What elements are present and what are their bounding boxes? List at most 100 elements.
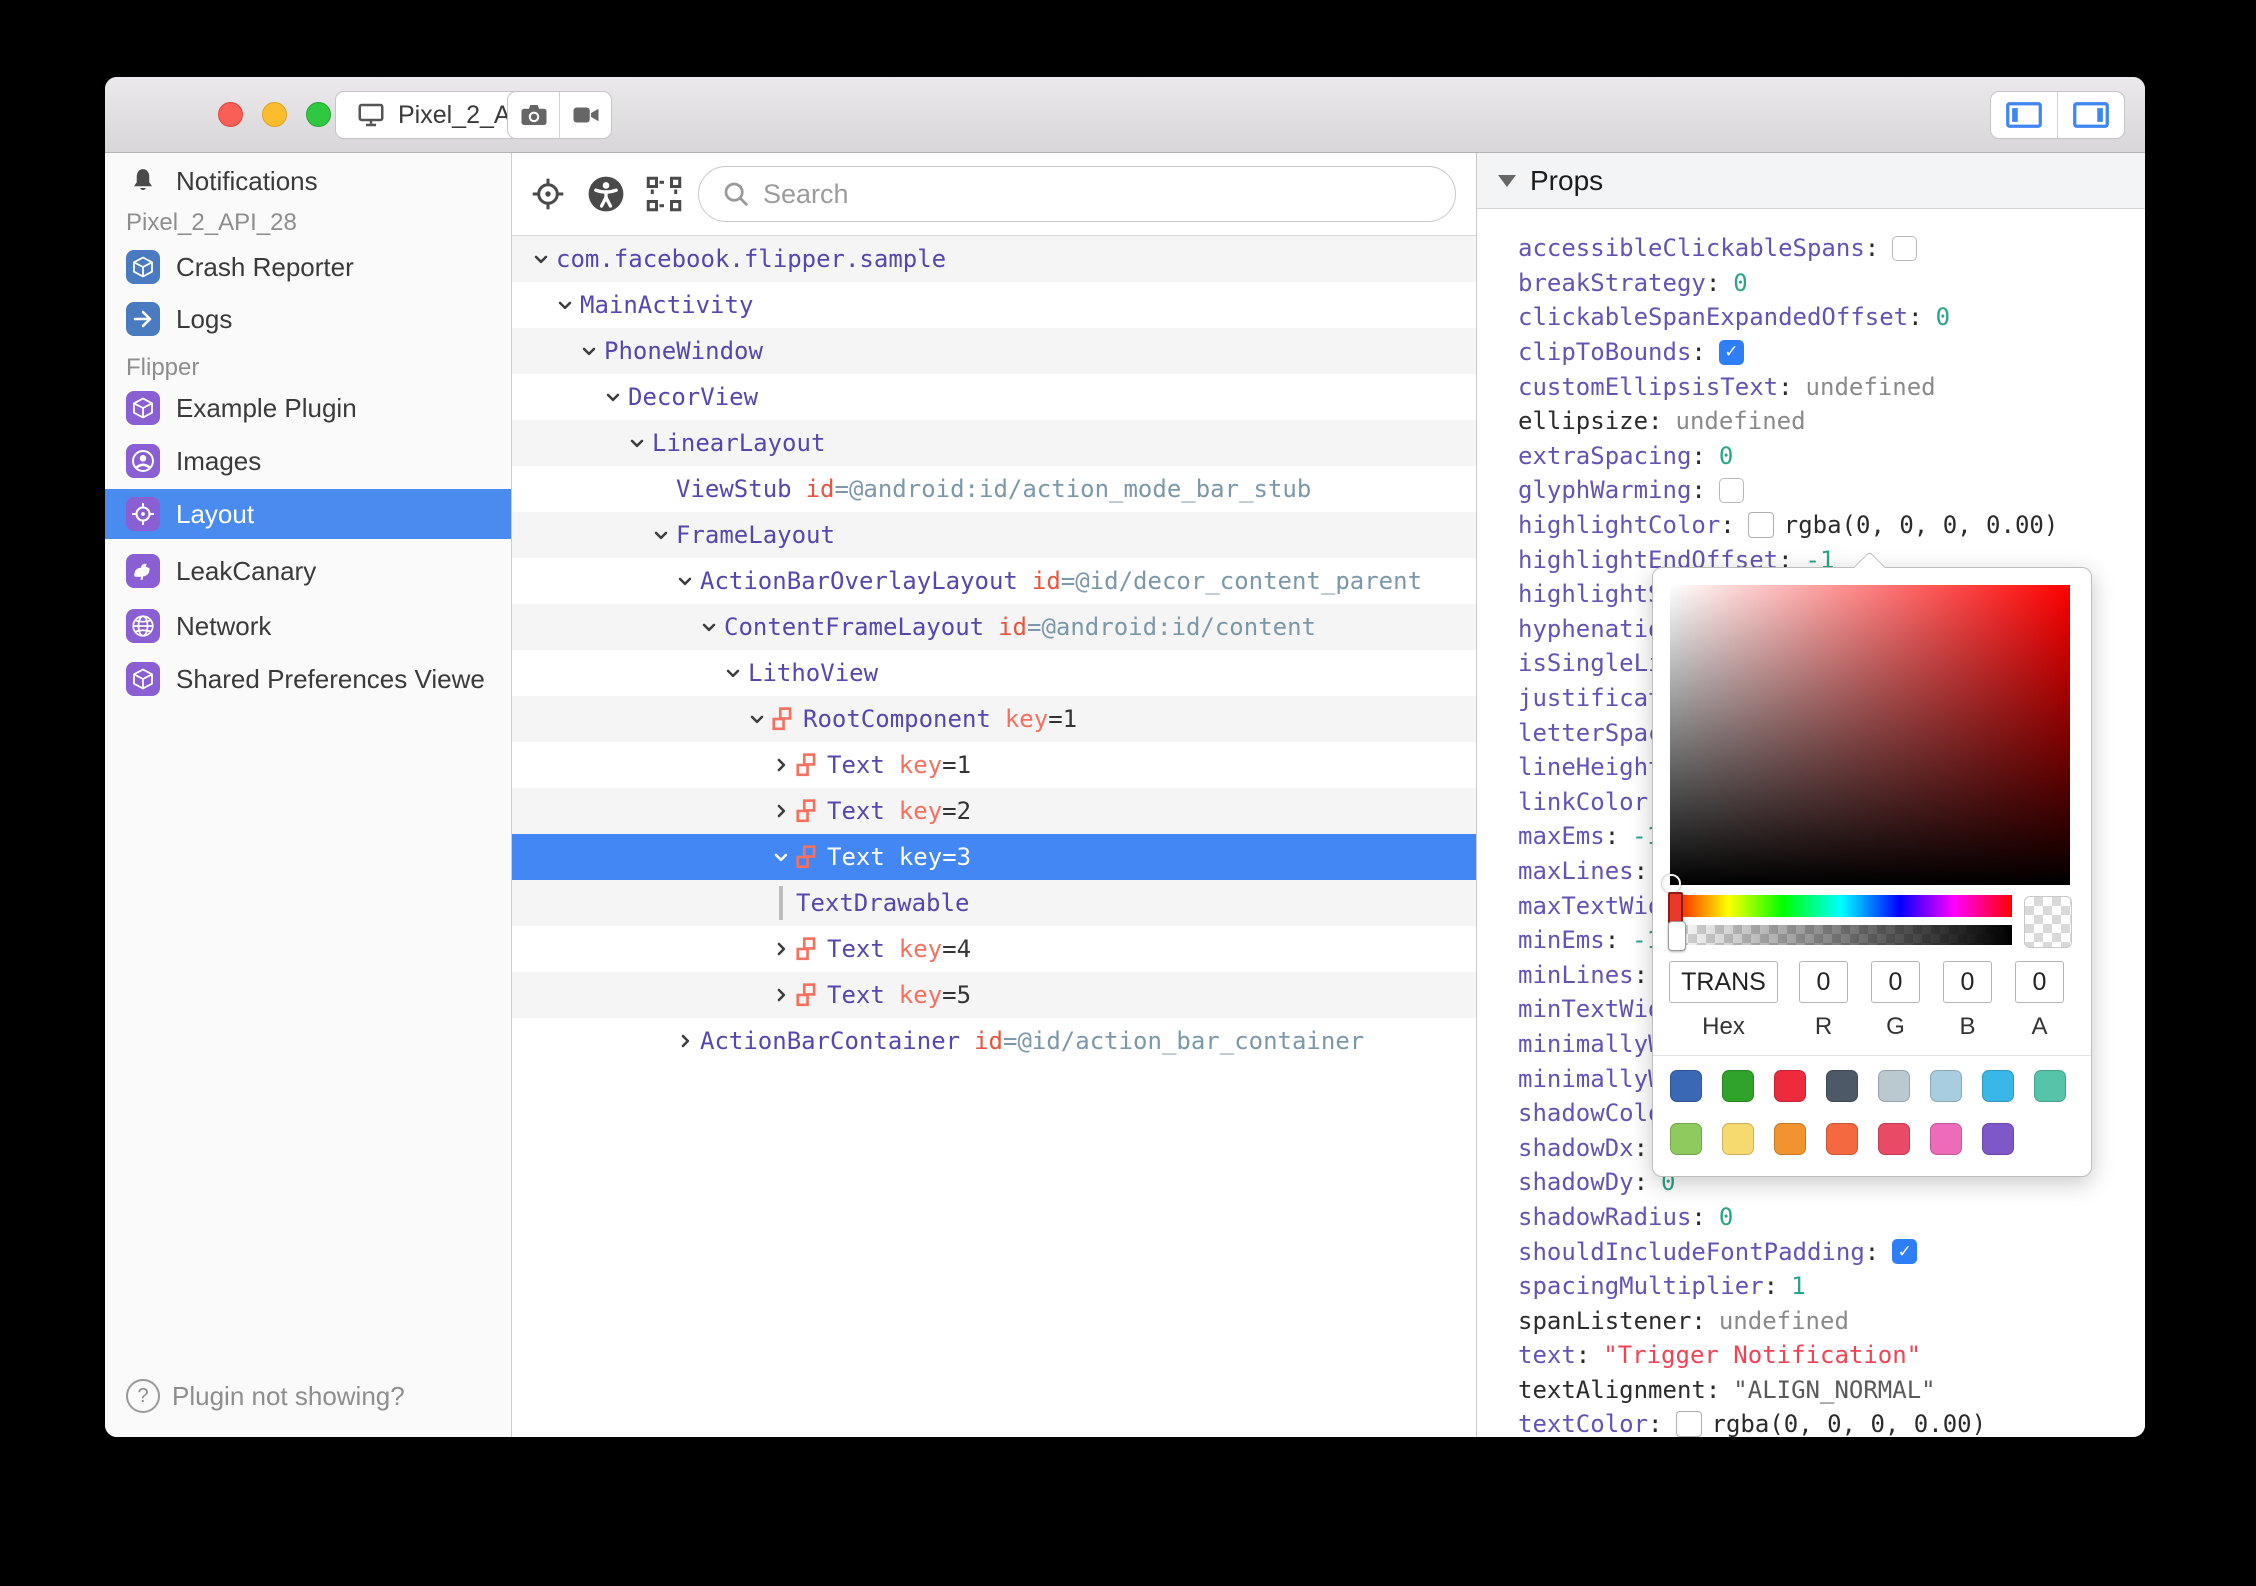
chevron-right-icon[interactable] — [766, 801, 796, 821]
sidebar-item-network[interactable]: Network — [105, 601, 511, 651]
alpha-slider-handle[interactable] — [1668, 921, 1686, 951]
r-input[interactable]: 0 — [1799, 961, 1848, 1003]
tree-node-text[interactable]: Text key =3 — [512, 834, 1476, 880]
node-name: ActionBarOverlayLayout — [700, 567, 1018, 595]
tree-node-mainactivity[interactable]: MainActivity — [512, 282, 1476, 328]
hue-slider-handle[interactable] — [1668, 892, 1683, 924]
chevron-down-icon[interactable] — [742, 709, 772, 729]
sidebar-item-shared-preferences-viewe[interactable]: Shared Preferences Viewe — [105, 654, 511, 704]
tree-node-textdrawable[interactable]: TextDrawable — [512, 880, 1476, 926]
prop-colon: : — [1604, 822, 1620, 851]
tree-node-text[interactable]: Text key =5 — [512, 972, 1476, 1018]
chevron-down-icon[interactable] — [694, 617, 724, 637]
node-key-value: =5 — [942, 981, 972, 1009]
gradient-cursor[interactable] — [1662, 874, 1681, 893]
tree-node-text[interactable]: Text key =1 — [512, 742, 1476, 788]
plugin-not-showing-link[interactable]: ? Plugin not showing? — [126, 1379, 405, 1413]
prop-colon: : — [1705, 1375, 1721, 1404]
preset-color-swatch[interactable] — [1826, 1123, 1858, 1155]
prop-key: maxTextWid — [1518, 891, 1663, 920]
tree-node-viewstub[interactable]: ViewStub id =@android:id/action_mode_bar_s… — [512, 466, 1476, 512]
tree-node-text[interactable]: Text key =2 — [512, 788, 1476, 834]
color-swatch-button[interactable] — [1747, 512, 1774, 539]
chevron-right-icon[interactable] — [766, 985, 796, 1005]
sidebar-item-crash-reporter[interactable]: Crash Reporter — [105, 242, 511, 292]
crosshair-icon — [530, 176, 566, 212]
screen-record-button[interactable] — [559, 92, 611, 138]
sidebar-item-notifications[interactable]: Notifications — [105, 156, 511, 206]
preset-color-swatch[interactable] — [1930, 1123, 1962, 1155]
hue-slider[interactable] — [1668, 892, 2012, 924]
tree-node-decorview[interactable]: DecorView — [512, 374, 1476, 420]
tree-node-text[interactable]: Text key =4 — [512, 926, 1476, 972]
checkbox-checked[interactable]: ✓ — [1718, 339, 1744, 365]
chevron-down-icon[interactable] — [646, 525, 676, 545]
tree-node-lithoview[interactable]: LithoView — [512, 650, 1476, 696]
saturation-gradient[interactable] — [1662, 585, 2070, 893]
checkbox-unchecked[interactable] — [1718, 477, 1744, 503]
zoom-window-button[interactable] — [306, 102, 331, 127]
target-mode-button[interactable] — [526, 172, 570, 216]
preset-color-swatch[interactable] — [1670, 1070, 1702, 1102]
chevron-down-icon[interactable] — [598, 387, 628, 407]
chevron-right-icon[interactable] — [766, 755, 796, 775]
preset-color-swatch[interactable] — [1930, 1070, 1962, 1102]
preset-color-swatch[interactable] — [1878, 1123, 1910, 1155]
sidebar-item-images[interactable]: Images — [105, 436, 511, 486]
screen: Pixel_2_API_28 ? Plugin not showing? Not… — [0, 0, 2256, 1586]
preset-color-swatch[interactable] — [1982, 1123, 2014, 1155]
b-input[interactable]: 0 — [1943, 961, 1992, 1003]
tree-node-contentframelayout[interactable]: ContentFrameLayout id =@android:id/content — [512, 604, 1476, 650]
checkbox-unchecked[interactable] — [1892, 235, 1918, 261]
search-icon — [721, 179, 751, 209]
tree-node-rootcomponent[interactable]: RootComponent key =1 — [512, 696, 1476, 742]
sidebar-item-example-plugin[interactable]: Example Plugin — [105, 383, 511, 433]
sidebar-item-logs[interactable]: Logs — [105, 294, 511, 344]
accessibility-mode-button[interactable] — [584, 172, 628, 216]
alpha-slider[interactable] — [1668, 921, 2012, 951]
chevron-down-icon[interactable] — [670, 571, 700, 591]
node-name: ViewStub — [676, 475, 792, 503]
tree-node-actionbarcontainer[interactable]: ActionBarContainer id =@id/action_bar_cont… — [512, 1018, 1476, 1064]
chevron-down-icon[interactable] — [766, 847, 796, 867]
prop-colon: : — [1778, 372, 1793, 401]
hex-input[interactable]: TRANS — [1669, 961, 1778, 1003]
tree-node-com.facebook.flipper.sample[interactable]: com.facebook.flipper.sample — [512, 236, 1476, 282]
checkbox-checked[interactable]: ✓ — [1892, 1239, 1918, 1265]
minimize-window-button[interactable] — [262, 102, 287, 127]
screenshot-button[interactable] — [508, 92, 559, 138]
chevron-down-icon[interactable] — [622, 433, 652, 453]
preset-color-swatch[interactable] — [1670, 1123, 1702, 1155]
tree-node-linearlayout[interactable]: LinearLayout — [512, 420, 1476, 466]
preset-color-swatch[interactable] — [1982, 1070, 2014, 1102]
sidebar-item-layout[interactable]: Layout — [105, 489, 511, 539]
search-input[interactable]: Search — [698, 166, 1456, 222]
preset-color-swatch[interactable] — [1878, 1070, 1910, 1102]
toggle-left-panel-button[interactable] — [1991, 92, 2057, 138]
preset-color-swatch[interactable] — [2034, 1070, 2066, 1102]
toggle-right-panel-button[interactable] — [2057, 92, 2124, 138]
preset-color-swatch[interactable] — [1722, 1070, 1754, 1102]
preset-color-swatch[interactable] — [1774, 1070, 1806, 1102]
preset-color-swatch[interactable] — [1774, 1123, 1806, 1155]
tree-node-framelayout[interactable]: FrameLayout — [512, 512, 1476, 558]
select-element-button[interactable] — [642, 172, 686, 216]
preset-color-swatch[interactable] — [1722, 1123, 1754, 1155]
node-name: Text — [827, 935, 885, 963]
chevron-right-icon[interactable] — [766, 939, 796, 959]
a-input[interactable]: 0 — [2015, 961, 2064, 1003]
chevron-right-icon[interactable] — [670, 1031, 700, 1051]
chevron-down-icon[interactable] — [574, 341, 604, 361]
g-input[interactable]: 0 — [1871, 961, 1920, 1003]
tree-node-actionbaroverlaylayout[interactable]: ActionBarOverlayLayout id =@id/decor_conte… — [512, 558, 1476, 604]
props-header[interactable]: Props — [1477, 153, 2145, 209]
preset-color-swatch[interactable] — [1826, 1070, 1858, 1102]
close-window-button[interactable] — [218, 102, 243, 127]
tree-node-phonewindow[interactable]: PhoneWindow — [512, 328, 1476, 374]
chevron-down-icon[interactable] — [526, 249, 556, 269]
node-name: ActionBarContainer — [700, 1027, 961, 1055]
chevron-down-icon[interactable] — [550, 295, 580, 315]
chevron-down-icon[interactable] — [718, 663, 748, 683]
sidebar-item-leakcanary[interactable]: LeakCanary — [105, 546, 511, 596]
color-swatch-button[interactable] — [1675, 1411, 1702, 1437]
